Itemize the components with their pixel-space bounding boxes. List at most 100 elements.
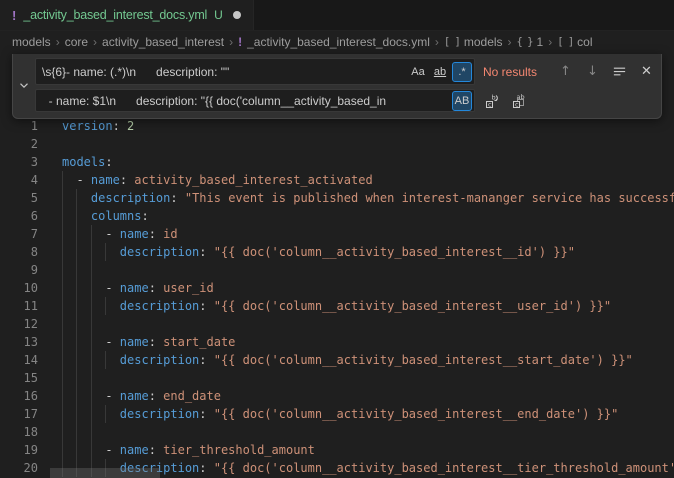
indent-guide bbox=[62, 405, 63, 423]
code-line[interactable]: 14 description: "{{ doc('column__activit… bbox=[0, 351, 674, 369]
toggle-replace-button[interactable] bbox=[13, 58, 35, 112]
find-in-selection-button[interactable] bbox=[609, 61, 630, 82]
indent-guide bbox=[62, 171, 63, 189]
indent-guide bbox=[91, 333, 92, 351]
line-number[interactable]: 15 bbox=[0, 369, 38, 387]
code-line[interactable]: 3 models: bbox=[0, 153, 674, 171]
breadcrumb-item[interactable]: activity_based_interest bbox=[102, 35, 224, 49]
code-area[interactable]: 1version: 223 models:4 - name: activity_b… bbox=[0, 117, 674, 477]
line-number[interactable]: 12 bbox=[0, 315, 38, 333]
indent-guide bbox=[76, 387, 77, 405]
line-number[interactable]: 4 bbox=[0, 171, 38, 189]
line-number[interactable]: 18 bbox=[0, 423, 38, 441]
indent-guide bbox=[62, 423, 63, 441]
indent-guide bbox=[91, 405, 92, 423]
replace-input[interactable] bbox=[36, 90, 474, 111]
tab-active-file[interactable]: ! _activity_based_interest_docs.yml U bbox=[0, 0, 254, 30]
line-number[interactable]: 11 bbox=[0, 297, 38, 315]
code-text: models: bbox=[62, 153, 113, 171]
line-number[interactable]: 16 bbox=[0, 387, 38, 405]
code-line[interactable]: 7 - name: id bbox=[0, 225, 674, 243]
indent-guide bbox=[76, 297, 77, 315]
code-text: - name: id bbox=[62, 225, 178, 243]
regex-button[interactable]: .* bbox=[452, 62, 472, 82]
code-line[interactable]: 12 bbox=[0, 315, 674, 333]
code-text: description: "{{ doc('column__activity_b… bbox=[62, 351, 633, 369]
replace-all-icon: ab c bbox=[511, 93, 527, 109]
line-number[interactable]: 17 bbox=[0, 405, 38, 423]
indent-guide bbox=[91, 261, 92, 279]
code-line[interactable]: 2 bbox=[0, 135, 674, 153]
code-text: description: "{{ doc('column__activity_b… bbox=[62, 405, 618, 423]
breadcrumb-item[interactable]: { }1 bbox=[517, 35, 544, 49]
indent-guide bbox=[62, 297, 63, 315]
code-line[interactable]: 19 - name: tier_threshold_amount bbox=[0, 441, 674, 459]
code-line[interactable]: 10 - name: user_id bbox=[0, 279, 674, 297]
editor-pane[interactable]: Aa ab .* No results ↑ ↓ ✕ bbox=[0, 53, 674, 478]
code-line[interactable]: 17 description: "{{ doc('column__activit… bbox=[0, 405, 674, 423]
line-number[interactable]: 3 bbox=[0, 153, 38, 171]
breadcrumb-item[interactable]: core bbox=[65, 35, 88, 49]
breadcrumb-item[interactable]: !_activity_based_interest_docs.yml bbox=[238, 35, 430, 49]
breadcrumb: models›core›activity_based_interest›!_ac… bbox=[0, 31, 674, 53]
line-number[interactable]: 1 bbox=[0, 117, 38, 135]
code-text: description: "This event is published wh… bbox=[62, 189, 674, 207]
line-number[interactable]: 9 bbox=[0, 261, 38, 279]
indent-guide bbox=[91, 315, 92, 333]
code-line[interactable]: 4 - name: activity_based_interest_activa… bbox=[0, 171, 674, 189]
indent-guide bbox=[76, 423, 77, 441]
code-line[interactable]: 1version: 2 bbox=[0, 117, 674, 135]
code-line[interactable]: 9 bbox=[0, 261, 674, 279]
indent-guide bbox=[76, 351, 77, 369]
code-line[interactable]: 11 description: "{{ doc('column__activit… bbox=[0, 297, 674, 315]
line-number[interactable]: 13 bbox=[0, 333, 38, 351]
whole-word-label: ab bbox=[434, 66, 446, 78]
code-text: - name: end_date bbox=[62, 387, 221, 405]
indent-guide bbox=[76, 261, 77, 279]
code-line[interactable]: 8 description: "{{ doc('column__activity… bbox=[0, 243, 674, 261]
svg-text:c: c bbox=[488, 100, 492, 108]
indent-guide bbox=[76, 405, 77, 423]
indent-guide bbox=[105, 243, 106, 261]
symbol-array-icon: [ ] bbox=[444, 36, 460, 48]
modified-indicator-dot[interactable] bbox=[233, 11, 241, 19]
line-number[interactable]: 7 bbox=[0, 225, 38, 243]
previous-match-button[interactable]: ↑ bbox=[555, 61, 576, 82]
preserve-case-button[interactable]: AB bbox=[452, 91, 472, 111]
code-line[interactable]: 16 - name: end_date bbox=[0, 387, 674, 405]
indent-guide bbox=[62, 369, 63, 387]
breadcrumb-item[interactable]: models bbox=[12, 35, 51, 49]
breadcrumb-label: _activity_based_interest_docs.yml bbox=[247, 35, 430, 49]
whole-word-button[interactable]: ab bbox=[430, 62, 450, 82]
match-case-button[interactable]: Aa bbox=[408, 62, 428, 82]
code-line[interactable]: 5 description: "This event is published … bbox=[0, 189, 674, 207]
line-number[interactable]: 20 bbox=[0, 459, 38, 477]
line-number[interactable]: 8 bbox=[0, 243, 38, 261]
line-number[interactable]: 6 bbox=[0, 207, 38, 225]
breadcrumb-label: 1 bbox=[537, 35, 544, 49]
indent-guide bbox=[91, 297, 92, 315]
breadcrumb-separator: › bbox=[56, 35, 60, 49]
breadcrumb-item[interactable]: [ ]models bbox=[444, 35, 503, 49]
indent-guide bbox=[62, 441, 63, 459]
indent-guide bbox=[76, 243, 77, 261]
line-number[interactable]: 5 bbox=[0, 189, 38, 207]
replace-all-button[interactable]: ab c bbox=[508, 90, 529, 111]
next-match-button[interactable]: ↓ bbox=[582, 61, 603, 82]
line-number[interactable]: 19 bbox=[0, 441, 38, 459]
indent-guide bbox=[91, 369, 92, 387]
code-line[interactable]: 15 bbox=[0, 369, 674, 387]
indent-guide bbox=[62, 351, 63, 369]
code-line[interactable]: 13 - name: start_date bbox=[0, 333, 674, 351]
replace-button[interactable]: b c bbox=[481, 90, 502, 111]
indent-guide bbox=[76, 441, 77, 459]
breadcrumb-separator: › bbox=[93, 35, 97, 49]
indent-guide bbox=[91, 423, 92, 441]
line-number[interactable]: 10 bbox=[0, 279, 38, 297]
line-number[interactable]: 2 bbox=[0, 135, 38, 153]
breadcrumb-item[interactable]: [ ]col bbox=[557, 35, 592, 49]
code-line[interactable]: 18 bbox=[0, 423, 674, 441]
line-number[interactable]: 14 bbox=[0, 351, 38, 369]
code-line[interactable]: 6 columns: bbox=[0, 207, 674, 225]
close-find-widget-button[interactable]: ✕ bbox=[636, 61, 657, 82]
